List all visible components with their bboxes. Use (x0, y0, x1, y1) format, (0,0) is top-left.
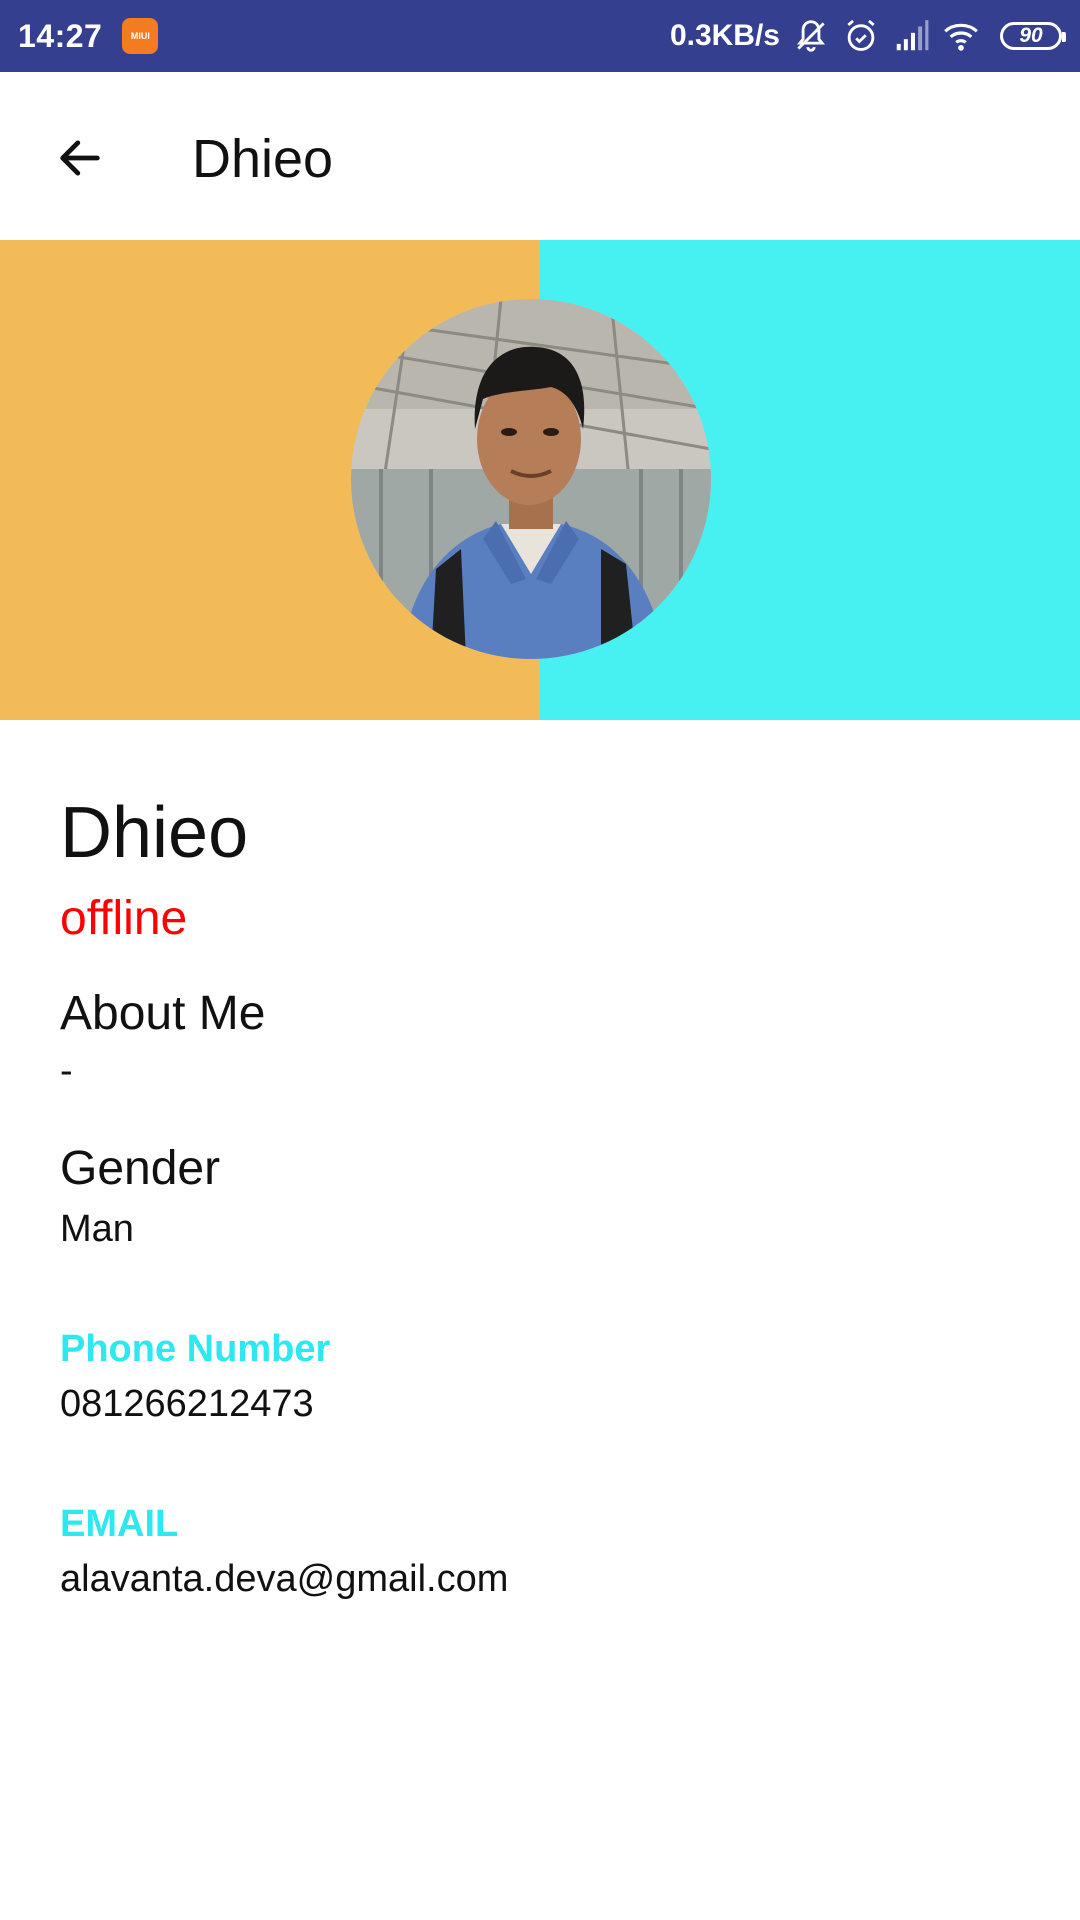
about-me-value: - (60, 1050, 73, 1092)
app-bar: Dhieo (0, 72, 1080, 240)
online-status: offline (60, 892, 188, 945)
back-button[interactable] (52, 130, 108, 186)
arrow-back-icon (60, 140, 100, 176)
profile-photo (351, 299, 711, 659)
email-value[interactable]: alavanta.deva@gmail.com (60, 1555, 508, 1603)
miui-notification-icon: MIUI (122, 18, 159, 54)
notifications-off-icon (796, 20, 826, 52)
profile-header-banner (0, 240, 1080, 720)
status-bar: 14:27 MIUI 0.3KB/s 90 (0, 0, 1080, 72)
gender-value: Man (60, 1208, 134, 1250)
battery-icon: 90 (1000, 22, 1066, 50)
profile-name: Dhieo (60, 793, 249, 873)
wifi-icon (944, 23, 978, 51)
about-me-label: About Me (60, 987, 266, 1040)
avatar[interactable] (351, 299, 711, 659)
phone-number-value[interactable]: 081266212473 (60, 1380, 314, 1428)
email-label: EMAIL (60, 1503, 179, 1545)
network-speed: 0.3KB/s (669, 19, 780, 52)
alarm-icon (847, 19, 875, 51)
phone-number-label: Phone Number (60, 1328, 331, 1370)
status-time: 14:27 (18, 17, 103, 54)
page-title: Dhieo (192, 129, 334, 189)
gender-label: Gender (60, 1142, 221, 1195)
signal-icon (896, 20, 929, 51)
status-indicators: 0.3KB/s 90 (669, 17, 1066, 55)
